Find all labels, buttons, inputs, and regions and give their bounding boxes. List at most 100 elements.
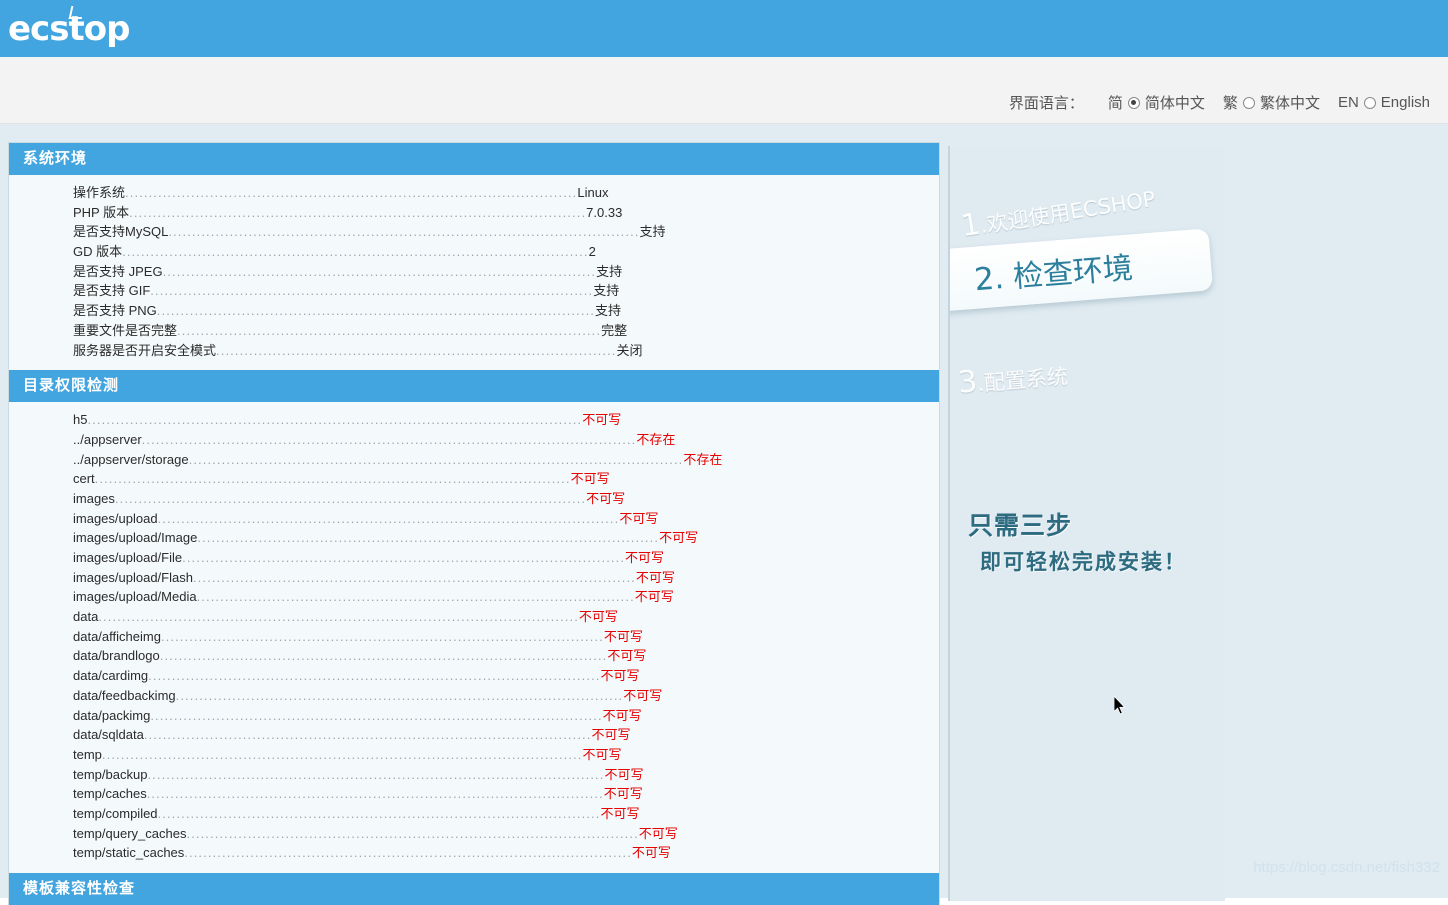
check-row: 操作系统....................................… [9, 183, 939, 203]
radio-simplified-icon[interactable] [1127, 96, 1140, 109]
check-row: PHP 版本..................................… [9, 203, 939, 223]
watermark-text: https://blog.csdn.net/fish332 [1253, 859, 1440, 876]
check-row-value: 不可写 [602, 707, 642, 723]
check-row-label: 是否支持MySQL [73, 224, 169, 240]
check-row-value: 不可写 [623, 687, 663, 703]
leader-dots: ........................................… [175, 687, 624, 703]
radio-traditional-icon[interactable] [1242, 96, 1255, 109]
leader-dots: ........................................… [188, 451, 684, 467]
check-row-value: 关闭 [616, 342, 643, 358]
check-row-label: data/afficheimg [73, 628, 161, 644]
check-row: temp/static_caches......................… [9, 843, 939, 863]
check-row: GD 版本...................................… [9, 242, 939, 262]
check-row-label: h5 [73, 412, 88, 428]
check-row: 是否支持 GIF................................… [9, 281, 939, 301]
check-row-value: 不可写 [600, 668, 640, 684]
check-row: ../appserver............................… [9, 430, 939, 450]
check-row-value: 7.0.33 [586, 204, 623, 220]
language-bar: 界面语言： 简 简体中文 繁 繁体中文 EN English [0, 57, 1448, 124]
slogan-line-2: 即可轻松完成安装！ [980, 550, 1187, 574]
language-name-english: English [1380, 94, 1430, 111]
leader-dots: ........................................… [122, 244, 589, 260]
step-1-label: .欢迎使用ECSHOP [978, 186, 1158, 239]
leader-dots: ........................................… [129, 204, 587, 220]
leader-dots: ........................................… [192, 569, 636, 585]
leader-dots: ........................................… [146, 786, 604, 802]
check-row-value: 不可写 [578, 609, 618, 625]
check-row-label: images/upload/File [73, 550, 183, 565]
top-banner: ecstop [0, 0, 1448, 57]
check-row-value: 不可写 [603, 786, 643, 802]
leader-dots: ........................................… [150, 283, 594, 299]
check-row-label: temp/backup [73, 766, 148, 782]
check-row-label: ../appserver [73, 431, 142, 447]
check-row-label: cert [73, 471, 95, 487]
language-option-simplified[interactable]: 简 简体中文 [1108, 92, 1205, 113]
check-row-value: 支持 [595, 303, 622, 319]
check-row: ../appserver/storage....................… [9, 450, 939, 470]
check-row: 是否支持 JPEG...............................… [9, 262, 939, 282]
leader-dots: ........................................… [98, 609, 579, 625]
check-row-value: 不可写 [625, 550, 665, 565]
check-row-label: 是否支持 JPEG [73, 263, 163, 279]
leader-dots: ........................................… [159, 648, 608, 664]
logo-text-part1: ecs [8, 9, 69, 49]
check-row-value: 不可写 [603, 628, 643, 644]
check-row-label: data/cardimg [73, 668, 149, 684]
check-row: temp/compiled...........................… [9, 804, 939, 824]
check-row-label: 是否支持 PNG [73, 303, 157, 319]
check-row-label: PHP 版本 [73, 204, 130, 220]
check-row: temp/caches.............................… [9, 784, 939, 804]
leader-dots: ........................................… [147, 766, 605, 782]
check-row-label: temp/query_caches [73, 825, 187, 841]
page-body: 系统环境操作系统................................… [0, 124, 1448, 905]
language-label: 界面语言： [1008, 95, 1084, 112]
step-3-number: 3 [956, 364, 979, 401]
check-row: images..................................… [9, 489, 939, 509]
leader-dots: ........................................… [150, 707, 603, 723]
check-row: 重要文件是否完整................................… [9, 321, 939, 341]
check-row-label: ../appserver/storage [73, 451, 189, 467]
section-header: 系统环境 [9, 143, 939, 175]
check-row: 服务器是否开启安全模式.............................… [9, 341, 939, 361]
leader-dots: ........................................… [87, 412, 583, 428]
leader-dots: ........................................… [216, 342, 617, 358]
leader-dots: ........................................… [148, 668, 601, 684]
check-row-value: 不可写 [582, 746, 622, 762]
leader-dots: ........................................… [156, 303, 595, 319]
check-row: 是否支持 PNG................................… [9, 301, 939, 321]
section-body: 操作系统....................................… [9, 175, 939, 370]
language-option-traditional[interactable]: 繁 繁体中文 [1223, 92, 1320, 113]
step-3-configure-system: 3.配置系统 [956, 356, 1069, 401]
check-row-label: data/sqldata [73, 727, 144, 743]
check-row-value: 不可写 [619, 510, 659, 526]
leader-dots: ........................................… [94, 471, 571, 487]
check-row-value: 不可写 [582, 412, 622, 428]
check-row: cert....................................… [9, 469, 939, 489]
leader-dots: ........................................… [114, 490, 587, 506]
check-row-value: 不可写 [604, 766, 644, 782]
check-row-value: 不可写 [586, 490, 626, 506]
language-tag-simplified: 简 [1107, 95, 1123, 112]
install-check-content: 系统环境操作系统................................… [8, 142, 940, 905]
check-row-label: temp/compiled [73, 805, 158, 821]
language-option-english[interactable]: EN English [1338, 94, 1430, 111]
check-row-label: 是否支持 GIF [73, 283, 151, 299]
check-row-value: 支持 [639, 224, 666, 240]
slogan-line-1: 只需三步 [968, 511, 1073, 540]
leader-dots: ........................................… [168, 224, 640, 240]
radio-english-icon[interactable] [1363, 96, 1376, 109]
check-row-value: 不可写 [634, 589, 674, 605]
language-selector: 界面语言： 简 简体中文 繁 繁体中文 EN English [1009, 92, 1430, 113]
step-3-label: .配置系统 [976, 364, 1069, 397]
check-row-label: data/packimg [73, 707, 151, 723]
check-row-value: 不可写 [570, 471, 610, 487]
leader-dots: ........................................… [125, 185, 578, 200]
check-row-value: 不可写 [607, 648, 647, 664]
check-row-label: temp [73, 746, 102, 762]
check-row: 是否支持MySQL...............................… [9, 222, 939, 242]
leader-dots: ........................................… [160, 628, 604, 644]
check-row-label: GD 版本 [73, 244, 123, 260]
leader-dots: ........................................… [157, 510, 620, 526]
check-row: images/upload/Image.....................… [9, 528, 939, 548]
